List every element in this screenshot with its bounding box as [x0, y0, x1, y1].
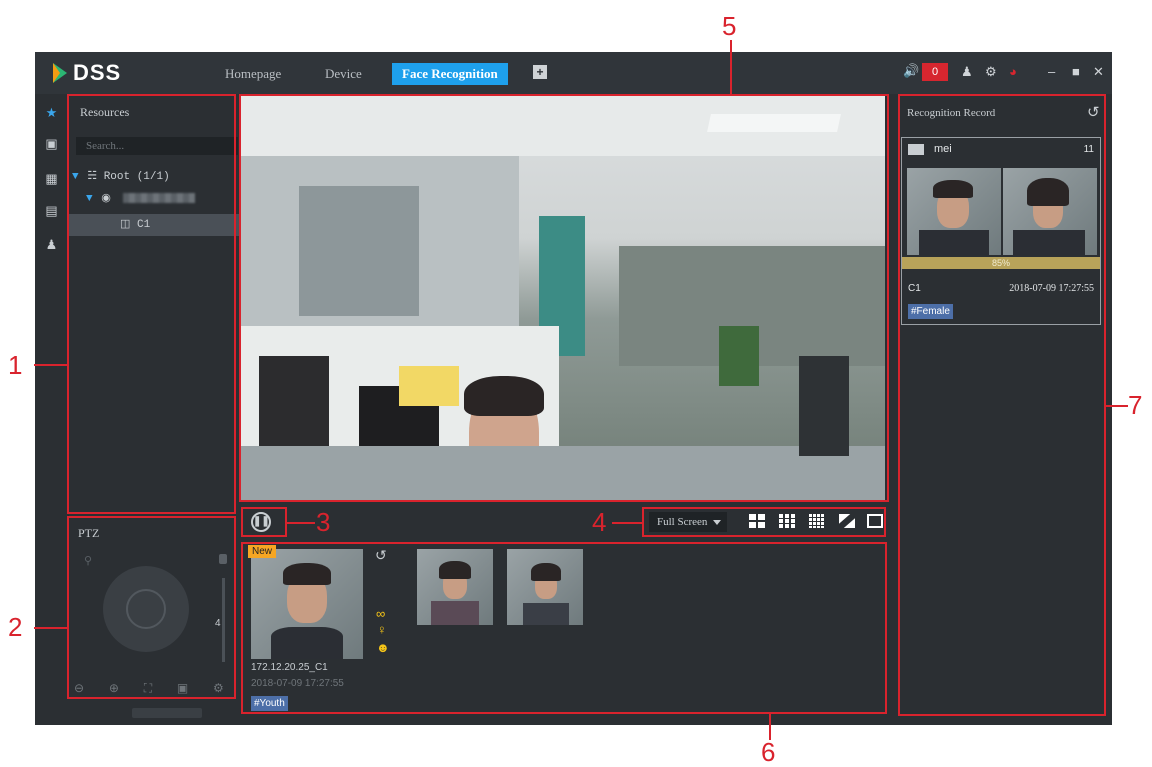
- logo-text: DSS: [73, 60, 122, 85]
- dss-logo-icon: [53, 63, 67, 83]
- callout-box-snapshots: [241, 542, 887, 714]
- close-icon[interactable]: ✕: [1093, 64, 1104, 80]
- live-view-icon[interactable]: ★: [43, 106, 60, 120]
- callout-line-1: [34, 364, 67, 366]
- module-sidebar: ★ ▣ ▦ ▤ ♟: [35, 94, 69, 725]
- callout-5: 5: [722, 11, 737, 41]
- face-search-icon[interactable]: ▣: [43, 137, 60, 151]
- callout-box-records: [898, 94, 1106, 716]
- alarm-count-badge[interactable]: 0: [922, 63, 948, 81]
- callout-1: 1: [8, 350, 23, 380]
- callout-6: 6: [761, 737, 776, 767]
- callout-line-5: [730, 40, 732, 94]
- callout-line-4: [612, 522, 642, 524]
- callout-box-video: [239, 94, 889, 502]
- report-icon[interactable]: ▤: [43, 204, 60, 218]
- callout-line-7: [1106, 405, 1128, 407]
- callout-line-2: [34, 627, 67, 629]
- callout-box-pause: [241, 507, 287, 537]
- callout-line-3: [287, 522, 315, 524]
- face-capture-icon[interactable]: ▦: [43, 172, 60, 186]
- tab-face-recognition[interactable]: Face Recognition: [392, 63, 508, 85]
- dss-logo: DSS: [53, 60, 121, 86]
- gear-icon[interactable]: ⚙: [985, 64, 997, 80]
- performance-meter-icon[interactable]: ◕: [1009, 64, 1017, 79]
- panel-collapse-handle[interactable]: [132, 708, 202, 718]
- callout-box-resources: [67, 94, 236, 514]
- volume-icon[interactable]: 🔊: [903, 63, 919, 79]
- minimize-icon[interactable]: –: [1048, 64, 1055, 79]
- callout-7: 7: [1128, 390, 1143, 420]
- callout-box-layout: [642, 507, 886, 537]
- callout-3: 3: [316, 507, 331, 537]
- title-bar: DSS Homepage Device Face Recognition + 🔊…: [35, 52, 1112, 94]
- callout-box-ptz: [67, 516, 236, 699]
- tab-homepage[interactable]: Homepage: [225, 63, 281, 85]
- face-library-icon[interactable]: ♟: [43, 238, 60, 252]
- add-tab-button[interactable]: +: [533, 65, 547, 79]
- user-icon[interactable]: ♟: [961, 64, 973, 80]
- callout-4: 4: [592, 507, 607, 537]
- tab-device[interactable]: Device: [325, 63, 362, 85]
- maximize-icon[interactable]: ■: [1072, 64, 1080, 79]
- callout-2: 2: [8, 612, 23, 642]
